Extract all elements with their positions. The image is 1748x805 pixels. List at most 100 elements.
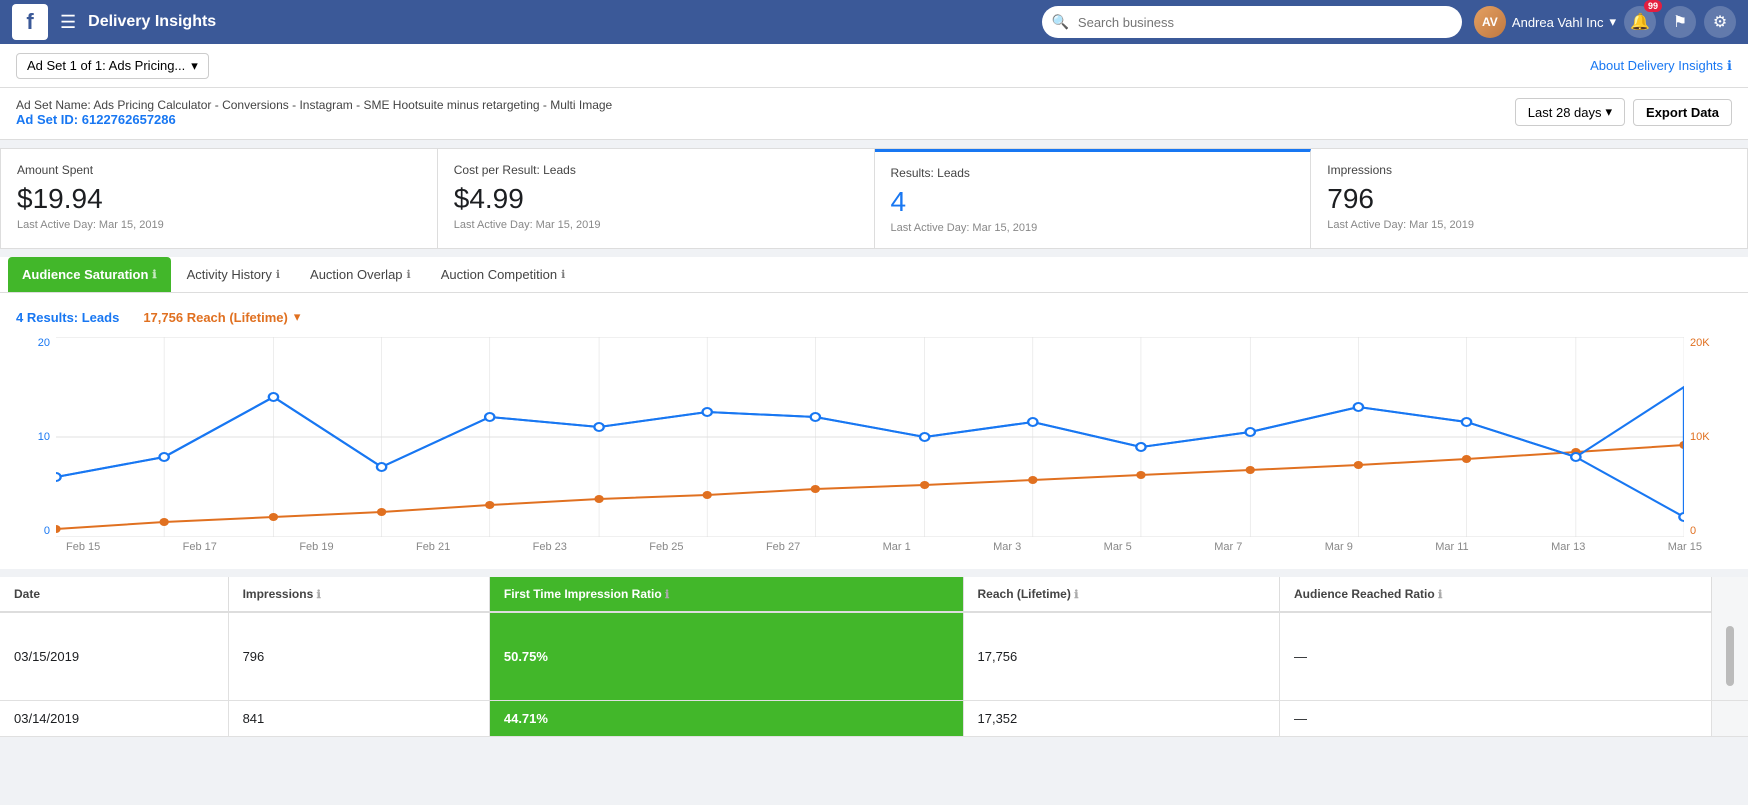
- metric-label-0: Amount Spent: [17, 163, 421, 177]
- scrollbar-cell[interactable]: [1712, 701, 1748, 737]
- cell-1-1: 841: [228, 701, 489, 737]
- metric-sub-3: Last Active Day: Mar 15, 2019: [1327, 219, 1731, 231]
- facebook-logo: f: [12, 4, 48, 40]
- metric-card-1[interactable]: Cost per Result: Leads $4.99 Last Active…: [438, 149, 875, 248]
- y-axis-left: 20 10 0: [16, 337, 56, 537]
- tab-label-1: Activity History: [187, 267, 272, 282]
- cell-1-3: 17,352: [963, 701, 1280, 737]
- scrollbar-header: [1712, 577, 1748, 612]
- chart-svg: [56, 337, 1684, 537]
- metric-value-3: 796: [1327, 183, 1731, 215]
- cell-0-1: 796: [228, 612, 489, 701]
- cell-0-2: 50.75%: [489, 612, 963, 701]
- date-dropdown-icon: ▾: [1606, 104, 1613, 120]
- tab-activity-history[interactable]: Activity History ℹ: [173, 257, 294, 292]
- cell-1-2: 44.71%: [489, 701, 963, 737]
- col-info-icon: ℹ: [665, 589, 669, 601]
- tab-auction-competition[interactable]: Auction Competition ℹ: [427, 257, 580, 292]
- user-dropdown-icon: ▾: [1609, 14, 1616, 30]
- legend-results: 4 Results: Leads: [16, 310, 119, 325]
- tab-info-icon-3: ℹ: [561, 268, 565, 281]
- hamburger-menu[interactable]: ☰: [60, 12, 76, 33]
- x-label: Mar 1: [883, 541, 911, 553]
- x-label: Feb 25: [649, 541, 683, 553]
- flag-button[interactable]: ⚑: [1664, 6, 1696, 38]
- metric-card-2[interactable]: Results: Leads 4 Last Active Day: Mar 15…: [875, 149, 1312, 248]
- app-title: Delivery Insights: [88, 13, 216, 31]
- metric-label-3: Impressions: [1327, 163, 1731, 177]
- legend-reach[interactable]: 17,756 Reach (Lifetime) ▾: [143, 309, 300, 325]
- notification-badge: 99: [1644, 0, 1662, 12]
- x-label: Feb 15: [66, 541, 100, 553]
- cell-1-4: —: [1280, 701, 1712, 737]
- about-delivery-insights-link[interactable]: About Delivery Insights ℹ: [1590, 58, 1732, 74]
- x-axis: Feb 15Feb 17Feb 19Feb 21Feb 23Feb 25Feb …: [16, 541, 1732, 553]
- chart-legend: 4 Results: Leads 17,756 Reach (Lifetime)…: [16, 309, 1732, 325]
- metric-card-0[interactable]: Amount Spent $19.94 Last Active Day: Mar…: [1, 149, 438, 248]
- data-table-container: DateImpressions ℹFirst Time Impression R…: [0, 577, 1748, 737]
- metric-card-3[interactable]: Impressions 796 Last Active Day: Mar 15,…: [1311, 149, 1747, 248]
- col-header-1: Impressions ℹ: [228, 577, 489, 612]
- tab-label-3: Auction Competition: [441, 267, 557, 282]
- metric-value-2: 4: [891, 186, 1295, 218]
- tab-label-2: Auction Overlap: [310, 267, 403, 282]
- export-data-button[interactable]: Export Data: [1633, 99, 1732, 126]
- col-info-icon: ℹ: [1438, 589, 1442, 601]
- x-label: Feb 27: [766, 541, 800, 553]
- chart-container: 4 Results: Leads 17,756 Reach (Lifetime)…: [0, 293, 1748, 569]
- y-axis-right: 20K 10K 0: [1684, 337, 1732, 537]
- metric-sub-1: Last Active Day: Mar 15, 2019: [454, 219, 858, 231]
- avatar: AV: [1474, 6, 1506, 38]
- ad-set-id: Ad Set ID: 6122762657286: [16, 112, 612, 127]
- date-range-button[interactable]: Last 28 days ▾: [1515, 98, 1625, 126]
- reach-dropdown-icon[interactable]: ▾: [294, 309, 301, 325]
- col-header-2: First Time Impression Ratio ℹ: [489, 577, 963, 612]
- x-label: Mar 15: [1668, 541, 1702, 553]
- ad-set-id-label: Ad Set ID:: [16, 112, 78, 127]
- user-name: Andrea Vahl Inc: [1512, 15, 1604, 30]
- tab-auction-overlap[interactable]: Auction Overlap ℹ: [296, 257, 425, 292]
- top-navigation: f ☰ Delivery Insights 🔍 AV Andrea Vahl I…: [0, 0, 1748, 44]
- tab-audience-saturation[interactable]: Audience Saturation ℹ: [8, 257, 171, 292]
- search-container: 🔍: [1042, 6, 1462, 38]
- metrics-row: Amount Spent $19.94 Last Active Day: Mar…: [0, 148, 1748, 249]
- user-profile[interactable]: AV Andrea Vahl Inc ▾: [1474, 6, 1616, 38]
- x-label: Feb 19: [299, 541, 333, 553]
- metric-value-1: $4.99: [454, 183, 858, 215]
- sub-navigation: Ad Set 1 of 1: Ads Pricing... ▾ About De…: [0, 44, 1748, 88]
- col-info-icon: ℹ: [1074, 589, 1078, 601]
- x-label: Mar 13: [1551, 541, 1585, 553]
- scrollbar-thumb[interactable]: [1726, 626, 1734, 686]
- ad-set-dropdown-icon: ▾: [191, 58, 198, 74]
- col-header-4: Audience Reached Ratio ℹ: [1280, 577, 1712, 612]
- metric-sub-2: Last Active Day: Mar 15, 2019: [891, 222, 1295, 234]
- ad-set-controls: Last 28 days ▾ Export Data: [1515, 98, 1732, 126]
- cell-0-4: —: [1280, 612, 1712, 701]
- ad-set-id-value: 6122762657286: [82, 112, 176, 127]
- x-label: Mar 9: [1325, 541, 1353, 553]
- metric-label-1: Cost per Result: Leads: [454, 163, 858, 177]
- x-label: Mar 7: [1214, 541, 1242, 553]
- tab-label-0: Audience Saturation: [22, 267, 148, 282]
- ad-set-selector[interactable]: Ad Set 1 of 1: Ads Pricing... ▾: [16, 53, 209, 79]
- ad-set-label: Ad Set 1 of 1: Ads Pricing...: [27, 58, 185, 73]
- cell-0-3: 17,756: [963, 612, 1280, 701]
- ad-set-name-label: Ad Set Name: Ads Pricing Calculator - Co…: [16, 98, 612, 112]
- x-label: Feb 23: [533, 541, 567, 553]
- x-label: Feb 21: [416, 541, 450, 553]
- search-input[interactable]: [1042, 6, 1462, 38]
- cell-1-0: 03/14/2019: [0, 701, 228, 737]
- metric-sub-0: Last Active Day: Mar 15, 2019: [17, 219, 421, 231]
- col-header-3: Reach (Lifetime) ℹ: [963, 577, 1280, 612]
- data-table: DateImpressions ℹFirst Time Impression R…: [0, 577, 1748, 737]
- tab-info-icon-0: ℹ: [152, 268, 156, 281]
- results-label: 4 Results: Leads: [16, 310, 119, 325]
- x-label: Mar 11: [1435, 541, 1468, 553]
- tab-info-icon-1: ℹ: [276, 268, 280, 281]
- col-header-0: Date: [0, 577, 228, 612]
- nav-right-section: AV Andrea Vahl Inc ▾ 🔔 99 ⚑ ⚙: [1474, 6, 1736, 38]
- tab-info-icon-2: ℹ: [407, 268, 411, 281]
- scrollbar-cell[interactable]: [1712, 612, 1748, 701]
- settings-button[interactable]: ⚙: [1704, 6, 1736, 38]
- tabs-row: Audience SaturationℹActivity HistoryℹAuc…: [0, 257, 1748, 293]
